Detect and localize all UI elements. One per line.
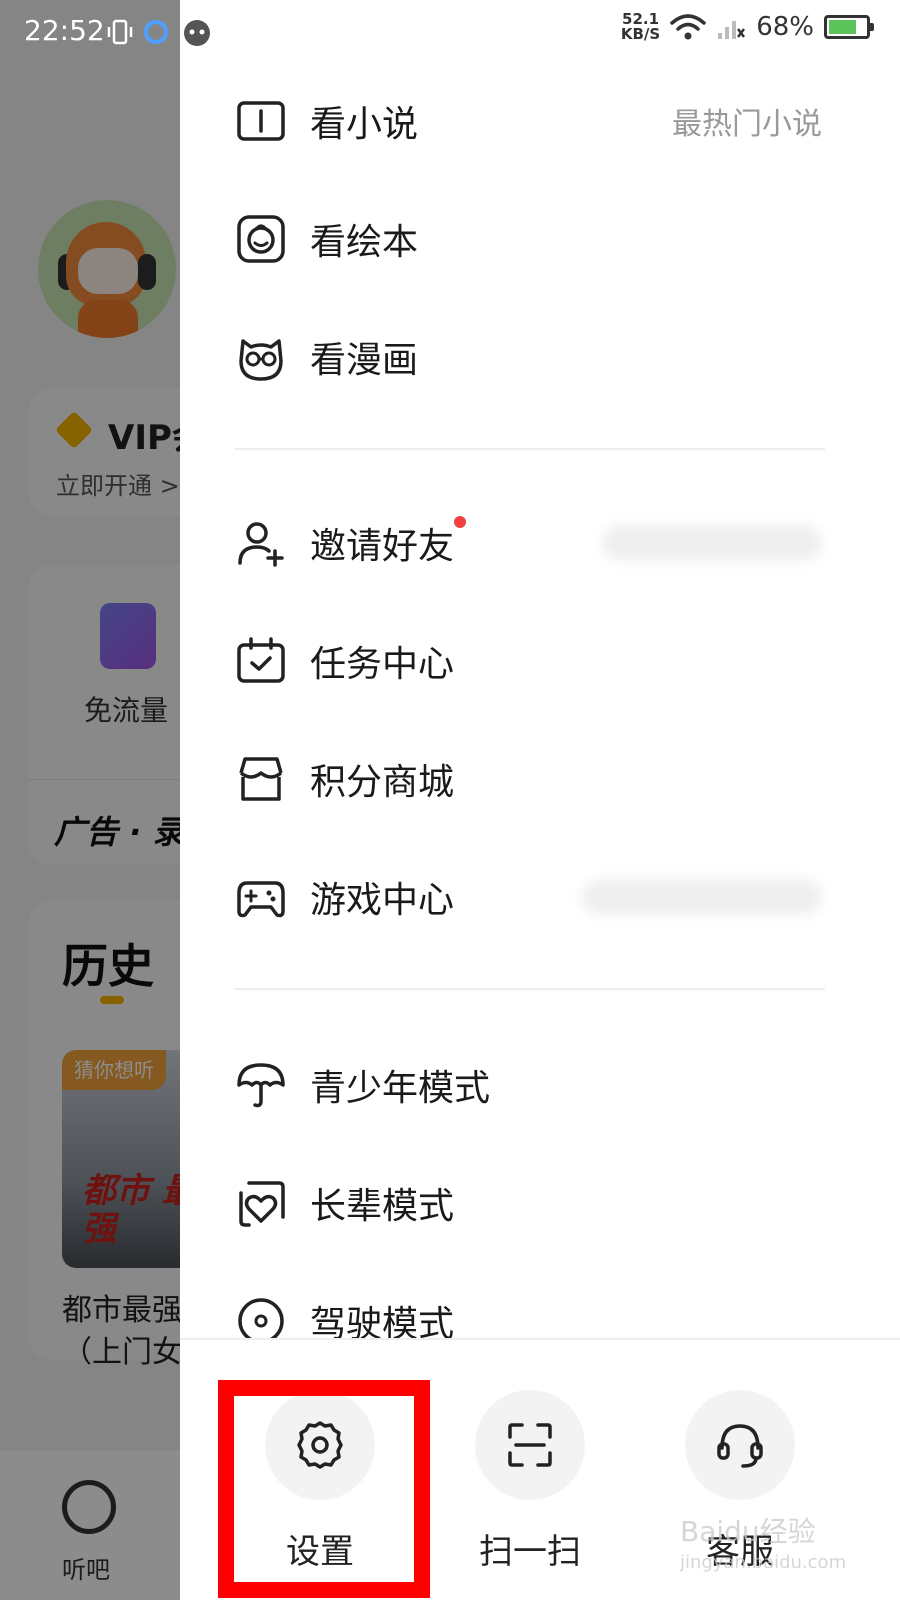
app-notification-icon [144, 20, 168, 44]
status-time: 22:52 [24, 14, 105, 47]
network-speed-unit: KB/S [620, 25, 661, 43]
add-user-icon [238, 522, 284, 567]
headphone-app-icon [184, 20, 210, 46]
menu-label: 长辈模式 [310, 1186, 455, 1227]
wifi-icon [670, 14, 706, 40]
service-icon-circle [685, 1390, 795, 1500]
umbrella-icon [237, 1063, 285, 1108]
battery-icon [824, 15, 874, 39]
menu-item-elder-mode[interactable]: 长辈模式 [180, 1144, 900, 1262]
dim-overlay[interactable] [0, 0, 180, 1600]
watermark: Baidu经验 [680, 1515, 816, 1548]
heart-frame-icon [239, 1181, 285, 1227]
watermark-url: jingyan.baidu.com [680, 1552, 847, 1573]
headset-icon [717, 1424, 763, 1468]
menu-item-teen-mode[interactable]: 青少年模式 [180, 1026, 900, 1144]
book-icon [237, 101, 285, 141]
calendar-check-icon [237, 637, 285, 683]
scan-icon-circle [475, 1390, 585, 1500]
menu-item-invite-friends[interactable]: 邀请好友 [180, 484, 900, 602]
scan-button[interactable]: 扫一扫 [475, 1390, 585, 1573]
menu-item-task-center[interactable]: 任务中心 [180, 602, 900, 720]
menu-label: 任务中心 [310, 644, 455, 685]
menu-hint: 最热门小说 [672, 107, 822, 142]
menu-item-novel[interactable]: 看小说 最热门小说 [180, 62, 900, 180]
menu-label: 青少年模式 [310, 1068, 491, 1109]
battery-level [829, 20, 857, 34]
menu-item-points-mall[interactable]: 积分商城 [180, 720, 900, 838]
scan-icon [508, 1423, 552, 1467]
battery-percent: 68% [756, 12, 814, 42]
notification-dot [454, 516, 466, 528]
menu-label: 看绘本 [310, 222, 419, 263]
vibrate-icon [107, 19, 133, 45]
kid-face-icon [237, 215, 285, 263]
side-drawer: 看小说 最热门小说 看绘本 看漫画 邀请好友 任务中心 积分商城 游戏中心 青少… [180, 0, 900, 1600]
menu-label: 看漫画 [310, 340, 419, 381]
status-right: 52.1 KB/S 68% [621, 12, 874, 42]
blurred-hint [602, 526, 822, 560]
highlight-annotation [218, 1380, 430, 1598]
shop-icon [239, 757, 283, 801]
scan-label: 扫一扫 [479, 1532, 581, 1572]
gamepad-icon [237, 881, 285, 918]
divider [235, 988, 825, 990]
blurred-hint [582, 880, 822, 914]
menu-item-picture-book[interactable]: 看绘本 [180, 180, 900, 298]
menu-label: 积分商城 [310, 762, 455, 803]
menu-label: 看小说 [310, 104, 419, 145]
menu-label: 游戏中心 [310, 880, 455, 921]
owl-face-icon [239, 339, 283, 381]
menu-item-comic[interactable]: 看漫画 [180, 298, 900, 416]
menu-label: 邀请好友 [310, 526, 455, 567]
signal-icon [718, 21, 746, 39]
status-bar: 22:52 52.1 KB/S 68% [0, 0, 900, 64]
menu-item-game-center[interactable]: 游戏中心 [180, 838, 900, 956]
network-speed: 52.1 KB/S [621, 12, 660, 42]
divider [235, 448, 825, 450]
